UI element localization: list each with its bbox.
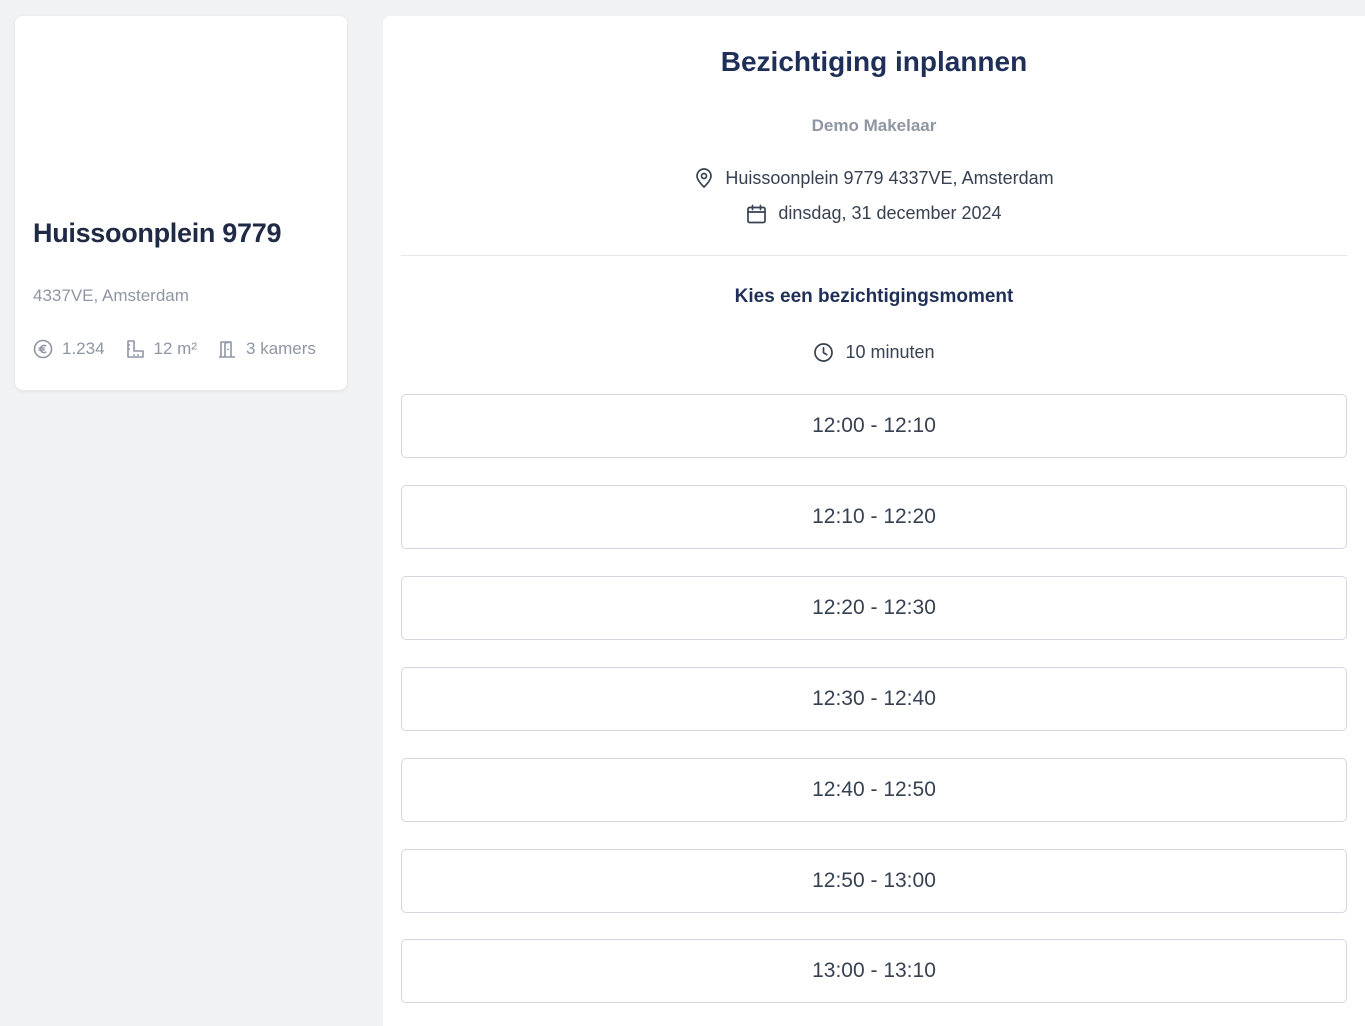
euro-icon xyxy=(33,339,53,359)
property-card: Huissoonplein 9779 4337VE, Amsterdam 1.2… xyxy=(15,16,347,390)
time-slot-button[interactable]: 12:50 - 13:00 xyxy=(401,849,1347,913)
time-slot-button[interactable]: 12:40 - 12:50 xyxy=(401,758,1347,822)
property-title: Huissoonplein 9779 xyxy=(33,218,282,248)
time-slot-button[interactable]: 12:20 - 12:30 xyxy=(401,576,1347,640)
property-specs: 1.234 12 m² 3 kamers xyxy=(33,339,316,359)
area-value: 12 m² xyxy=(153,339,198,358)
date-text: dinsdag, 31 december 2024 xyxy=(778,203,1002,223)
door-icon xyxy=(219,341,236,358)
property-image xyxy=(15,16,347,206)
rooms-spec: 3 kamers xyxy=(217,339,316,359)
duration-text: 10 minuten xyxy=(845,342,935,362)
rooms-value: 3 kamers xyxy=(246,339,316,358)
area-icon xyxy=(126,340,144,358)
choose-moment-heading: Kies een bezichtigingsmoment xyxy=(734,286,1014,307)
time-slot-button[interactable]: 13:00 - 13:10 xyxy=(401,939,1347,1003)
address-text: Huissoonplein 9779 4337VE, Amsterdam xyxy=(725,167,1054,188)
time-slot-button[interactable]: 12:00 - 12:10 xyxy=(401,394,1347,458)
date-row: dinsdag, 31 december 2024 xyxy=(383,203,1365,224)
agent-name: Demo Makelaar xyxy=(811,116,937,135)
calendar-icon xyxy=(747,204,767,223)
property-location: 4337VE, Amsterdam xyxy=(33,286,189,305)
price-value: 1.234 xyxy=(62,339,105,358)
booking-panel: Bezichtiging inplannen Demo Makelaar Hui… xyxy=(383,16,1365,1026)
time-slot-button[interactable]: 12:10 - 12:20 xyxy=(401,485,1347,549)
time-slot-button[interactable]: 12:30 - 12:40 xyxy=(401,667,1347,731)
price-spec: 1.234 xyxy=(33,339,105,359)
duration-row: 10 minuten xyxy=(383,342,1365,363)
clock-icon xyxy=(814,343,834,362)
address-row: Huissoonplein 9779 4337VE, Amsterdam xyxy=(383,167,1365,189)
location-pin-icon xyxy=(696,168,713,189)
area-spec: 12 m² xyxy=(125,339,197,359)
section-divider xyxy=(401,255,1347,256)
page-title: Bezichtiging inplannen xyxy=(720,46,1028,77)
